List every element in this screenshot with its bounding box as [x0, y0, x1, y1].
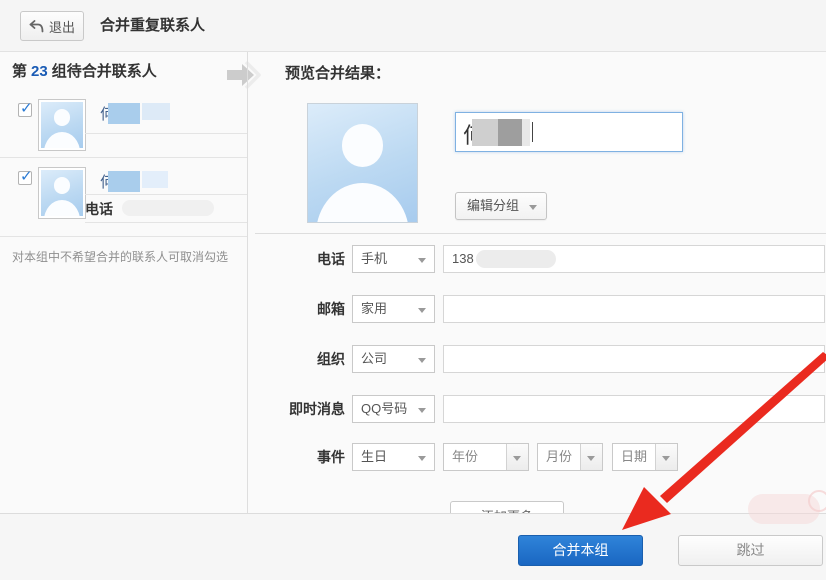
contact-2-phone-label: 电话 [85, 199, 113, 219]
im-value-input[interactable] [443, 395, 825, 423]
divider [0, 236, 247, 237]
contact-2-phone-redacted [122, 200, 214, 216]
divider [85, 194, 247, 195]
group-header-prefix: 第 [12, 63, 27, 80]
organization-type-value: 公司 [361, 351, 387, 366]
organization-row: 组织 公司 [255, 345, 826, 373]
red-pointer-arrow [0, 0, 826, 580]
im-row: 即时消息 QQ号码 [255, 395, 826, 423]
event-day-dropdown[interactable]: 日期 [612, 443, 678, 471]
phone-type-dropdown[interactable]: 手机 [352, 245, 435, 273]
divider [0, 157, 247, 158]
email-label: 邮箱 [255, 295, 345, 323]
censor-block [476, 250, 556, 268]
censor-block [498, 119, 522, 146]
uncheck-hint-text: 对本组中不希望合并的联系人可取消勾选 [12, 248, 228, 265]
dropdown-arrow-segment [506, 444, 528, 470]
censor-block [142, 103, 170, 120]
dropdown-arrow-segment [580, 444, 602, 470]
im-label: 即时消息 [255, 395, 345, 423]
event-day-value: 日期 [621, 449, 647, 464]
group-number: 23 [31, 63, 48, 80]
phone-value-text: 138 [452, 246, 474, 272]
section-divider [255, 233, 826, 234]
check-icon: ✓ [20, 167, 33, 185]
watermark [808, 490, 826, 512]
divider [85, 133, 247, 134]
chevron-down-icon [418, 308, 426, 313]
person-silhouette-icon [41, 102, 83, 148]
contact-2-checkbox[interactable]: ✓ [18, 171, 32, 185]
merged-contact-avatar [307, 103, 418, 223]
phone-row: 电话 手机 138 [255, 245, 826, 273]
group-header: 第23组待合并联系人 [12, 60, 157, 81]
censor-block [108, 103, 140, 124]
add-more-button-clipped: 添加更多 [450, 501, 564, 513]
merged-name-input[interactable]: 何 [455, 112, 683, 152]
contact-1-checkbox[interactable]: ✓ [18, 103, 32, 117]
censor-block [522, 119, 530, 146]
phone-label: 电话 [255, 245, 345, 273]
chevron-down-icon [662, 456, 670, 461]
event-row: 事件 生日 年份 月份 日期 [255, 443, 826, 471]
phone-type-value: 手机 [361, 251, 387, 266]
event-type-value: 生日 [361, 449, 387, 464]
phone-value-input[interactable]: 138 [443, 245, 825, 273]
event-year-dropdown[interactable]: 年份 [443, 443, 529, 471]
event-month-value: 月份 [546, 449, 572, 464]
exit-button[interactable]: 退出 [20, 11, 84, 41]
edit-group-dropdown[interactable]: 编辑分组 [455, 192, 547, 220]
check-icon: ✓ [20, 99, 33, 117]
edit-group-label: 编辑分组 [467, 198, 519, 213]
email-type-value: 家用 [361, 301, 387, 316]
event-year-value: 年份 [452, 449, 478, 464]
contact-1-avatar [38, 99, 86, 151]
page-title: 合并重复联系人 [100, 0, 205, 52]
event-month-dropdown[interactable]: 月份 [537, 443, 603, 471]
event-label: 事件 [255, 443, 345, 471]
email-row: 邮箱 家用 [255, 295, 826, 323]
contact-2-name-redacted: 何 [100, 171, 168, 192]
organization-label: 组织 [255, 345, 345, 373]
divider [85, 222, 247, 223]
chevron-down-icon [418, 456, 426, 461]
group-header-suffix: 组待合并联系人 [52, 63, 157, 80]
exit-button-label: 退出 [49, 17, 75, 36]
chevron-down-icon [418, 358, 426, 363]
text-cursor [532, 122, 533, 142]
person-silhouette-icon [41, 170, 83, 216]
im-type-dropdown[interactable]: QQ号码 [352, 395, 435, 423]
skip-button[interactable]: 跳过 [678, 535, 823, 566]
organization-value-input[interactable] [443, 345, 825, 373]
chevron-down-icon [418, 408, 426, 413]
top-bar: 退出 合并重复联系人 [0, 0, 826, 52]
email-value-input[interactable] [443, 295, 825, 323]
preview-heading: 预览合并结果： [285, 62, 390, 83]
back-arrow-icon [29, 20, 44, 33]
chevron-down-icon [587, 456, 595, 461]
chevron-down-icon [418, 258, 426, 263]
merge-group-button[interactable]: 合并本组 [518, 535, 643, 566]
organization-type-dropdown[interactable]: 公司 [352, 345, 435, 373]
im-type-value: QQ号码 [361, 401, 407, 416]
contact-1-name-redacted: 何 [100, 103, 170, 124]
censor-block [108, 171, 140, 192]
event-type-dropdown[interactable]: 生日 [352, 443, 435, 471]
chevron-down-icon [529, 205, 537, 210]
email-type-dropdown[interactable]: 家用 [352, 295, 435, 323]
panel-divider [247, 52, 248, 513]
censor-block [142, 171, 168, 188]
merge-contacts-window: 退出 合并重复联系人 第23组待合并联系人 ✓ 何 ✓ 何 电话 对本组中不希望… [0, 0, 826, 580]
censor-block [472, 119, 498, 146]
contact-2-avatar [38, 167, 86, 219]
add-more-button[interactable]: 添加更多 [450, 501, 564, 513]
chevron-down-icon [513, 456, 521, 461]
merge-direction-arrow-icon [224, 59, 264, 96]
dropdown-arrow-segment [655, 444, 677, 470]
